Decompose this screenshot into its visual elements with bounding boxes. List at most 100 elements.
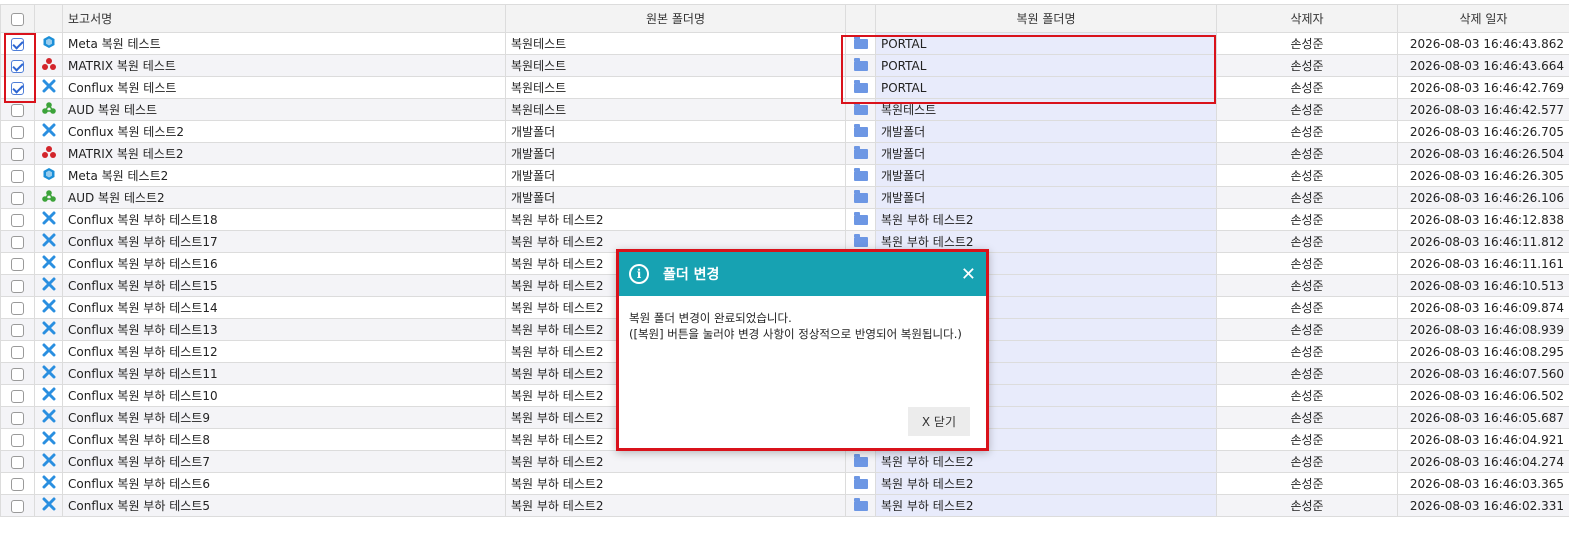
delete-date: 2026-08-03 16:46:43.862 bbox=[1397, 32, 1569, 55]
deleter: 손성준 bbox=[1216, 98, 1398, 121]
report-name: Conflux 복원 부하 테스트8 bbox=[62, 428, 506, 451]
table-row[interactable]: MATRIX 복원 테스트 복원테스트 PORTAL 손성준 2026-08-03 16… bbox=[0, 54, 1569, 77]
meta-icon bbox=[42, 167, 56, 184]
dialog-message-line2: ([복원] 버튼을 눌러야 변경 사항이 정상적으로 반영되어 복원됩니다.) bbox=[629, 327, 962, 341]
deleter: 손성준 bbox=[1216, 340, 1398, 363]
header-origin-folder[interactable]: 원본 폴더명 bbox=[505, 4, 846, 33]
table-row[interactable]: AUD 복원 테스트2 개발폴더 개발폴더 손성준 2026-08-03 16:46:2… bbox=[0, 186, 1569, 209]
delete-date: 2026-08-03 16:46:07.560 bbox=[1397, 362, 1569, 385]
dest-folder: 복원 부하 테스트2 bbox=[875, 472, 1217, 495]
row-checkbox[interactable] bbox=[0, 428, 35, 451]
row-checkbox[interactable] bbox=[0, 164, 35, 187]
delete-date: 2026-08-03 16:46:06.502 bbox=[1397, 384, 1569, 407]
row-checkbox[interactable] bbox=[0, 32, 35, 55]
dialog-close-button[interactable]: X 닫기 bbox=[907, 407, 970, 436]
delete-date: 2026-08-03 16:46:04.921 bbox=[1397, 428, 1569, 451]
row-checkbox[interactable] bbox=[0, 142, 35, 165]
table-row[interactable]: Meta 복원 테스트 복원테스트 PORTAL 손성준 2026-08-03 16:4… bbox=[0, 32, 1569, 55]
table-row[interactable]: Conflux 복원 부하 테스트18 복원 부하 테스트2 복원 부하 테스트2 손… bbox=[0, 208, 1569, 231]
conflux-icon bbox=[42, 277, 56, 294]
header-deleter[interactable]: 삭제자 bbox=[1216, 4, 1398, 33]
report-name: Conflux 복원 부하 테스트16 bbox=[62, 252, 506, 275]
table-row[interactable]: AUD 복원 테스트 복원테스트 복원테스트 손성준 2026-08-03 16:46:… bbox=[0, 98, 1569, 121]
row-checkbox[interactable] bbox=[0, 362, 35, 385]
deleter: 손성준 bbox=[1216, 230, 1398, 253]
folder-icon[interactable] bbox=[853, 102, 868, 115]
conflux-icon bbox=[42, 343, 56, 360]
matrix-icon bbox=[41, 57, 57, 74]
row-checkbox[interactable] bbox=[0, 208, 35, 231]
row-checkbox[interactable] bbox=[0, 98, 35, 121]
folder-icon[interactable] bbox=[853, 146, 868, 159]
select-all-checkbox[interactable] bbox=[0, 4, 35, 33]
folder-icon[interactable] bbox=[853, 80, 868, 93]
aud-icon bbox=[41, 189, 57, 206]
report-name: Conflux 복원 부하 테스트14 bbox=[62, 296, 506, 319]
row-checkbox[interactable] bbox=[0, 318, 35, 341]
row-checkbox[interactable] bbox=[0, 186, 35, 209]
table-header-row: 보고서명 원본 폴더명 복원 폴더명 삭제자 삭제 일자 bbox=[0, 4, 1569, 33]
meta-icon bbox=[42, 35, 56, 52]
delete-date: 2026-08-03 16:46:08.939 bbox=[1397, 318, 1569, 341]
report-name: Conflux 복원 부하 테스트17 bbox=[62, 230, 506, 253]
folder-icon[interactable] bbox=[853, 498, 868, 511]
table-row[interactable]: Conflux 복원 부하 테스트7 복원 부하 테스트2 복원 부하 테스트2 손성… bbox=[0, 450, 1569, 473]
dest-folder: 개발폴더 bbox=[875, 164, 1217, 187]
conflux-icon bbox=[42, 123, 56, 140]
dest-folder: PORTAL bbox=[875, 32, 1217, 55]
delete-date: 2026-08-03 16:46:26.504 bbox=[1397, 142, 1569, 165]
deleter: 손성준 bbox=[1216, 384, 1398, 407]
dialog-header: i 폴더 변경 ✕ bbox=[619, 252, 986, 296]
folder-icon[interactable] bbox=[853, 454, 868, 467]
folder-icon[interactable] bbox=[853, 124, 868, 137]
table-row[interactable]: Conflux 복원 부하 테스트6 복원 부하 테스트2 복원 부하 테스트2 손성… bbox=[0, 472, 1569, 495]
folder-change-dialog: i 폴더 변경 ✕ 복원 폴더 변경이 완료되었습니다. ([복원] 버튼을 눌… bbox=[616, 249, 989, 451]
row-checkbox[interactable] bbox=[0, 472, 35, 495]
aud-icon bbox=[41, 101, 57, 118]
dialog-message-line1: 복원 폴더 변경이 완료되었습니다. bbox=[629, 311, 792, 325]
report-name: Conflux 복원 테스트2 bbox=[62, 120, 506, 143]
table-row[interactable]: Conflux 복원 테스트 복원테스트 PORTAL 손성준 2026-08-03 1… bbox=[0, 76, 1569, 99]
row-checkbox[interactable] bbox=[0, 384, 35, 407]
table-row[interactable]: Conflux 복원 테스트2 개발폴더 개발폴더 손성준 2026-08-03 16:… bbox=[0, 120, 1569, 143]
folder-icon[interactable] bbox=[853, 476, 868, 489]
deleter: 손성준 bbox=[1216, 318, 1398, 341]
header-delete-date[interactable]: 삭제 일자 bbox=[1397, 4, 1569, 33]
folder-icon[interactable] bbox=[853, 190, 868, 203]
origin-folder: 개발폴더 bbox=[505, 164, 846, 187]
close-icon[interactable]: ✕ bbox=[961, 264, 976, 285]
row-checkbox[interactable] bbox=[0, 120, 35, 143]
report-name: AUD 복원 테스트2 bbox=[62, 186, 506, 209]
header-icon-col bbox=[34, 4, 63, 33]
row-checkbox[interactable] bbox=[0, 340, 35, 363]
row-checkbox[interactable] bbox=[0, 230, 35, 253]
deleter: 손성준 bbox=[1216, 296, 1398, 319]
folder-icon[interactable] bbox=[853, 168, 868, 181]
conflux-icon bbox=[42, 409, 56, 426]
row-checkbox[interactable] bbox=[0, 274, 35, 297]
conflux-icon bbox=[42, 299, 56, 316]
matrix-icon bbox=[41, 145, 57, 162]
folder-icon[interactable] bbox=[853, 212, 868, 225]
row-checkbox[interactable] bbox=[0, 76, 35, 99]
report-name: MATRIX 복원 테스트 bbox=[62, 54, 506, 77]
deleter: 손성준 bbox=[1216, 428, 1398, 451]
table-row[interactable]: Conflux 복원 부하 테스트5 복원 부하 테스트2 복원 부하 테스트2 손성… bbox=[0, 494, 1569, 517]
row-checkbox[interactable] bbox=[0, 296, 35, 319]
table-row[interactable]: MATRIX 복원 테스트2 개발폴더 개발폴더 손성준 2026-08-03 16:4… bbox=[0, 142, 1569, 165]
row-checkbox[interactable] bbox=[0, 494, 35, 517]
table-row[interactable]: Meta 복원 테스트2 개발폴더 개발폴더 손성준 2026-08-03 16:46:… bbox=[0, 164, 1569, 187]
deleter: 손성준 bbox=[1216, 494, 1398, 517]
header-report-name[interactable]: 보고서명 bbox=[62, 4, 506, 33]
conflux-icon bbox=[42, 387, 56, 404]
header-dest-folder[interactable]: 복원 폴더명 bbox=[875, 4, 1217, 33]
conflux-icon bbox=[42, 321, 56, 338]
folder-icon[interactable] bbox=[853, 58, 868, 71]
folder-icon[interactable] bbox=[853, 234, 868, 247]
row-checkbox[interactable] bbox=[0, 406, 35, 429]
folder-icon[interactable] bbox=[853, 36, 868, 49]
origin-folder: 복원 부하 테스트2 bbox=[505, 208, 846, 231]
row-checkbox[interactable] bbox=[0, 252, 35, 275]
row-checkbox[interactable] bbox=[0, 450, 35, 473]
row-checkbox[interactable] bbox=[0, 54, 35, 77]
